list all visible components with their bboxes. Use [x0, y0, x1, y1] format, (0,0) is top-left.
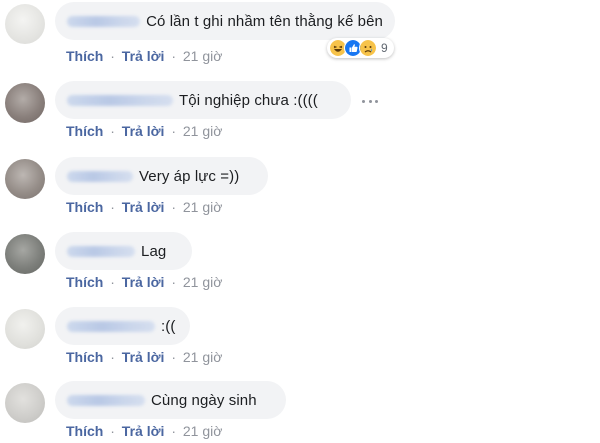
- like-link[interactable]: Thích: [66, 274, 103, 290]
- like-link[interactable]: Thích: [66, 48, 103, 64]
- comment-text: Cùng ngày sinh: [151, 391, 257, 409]
- timestamp[interactable]: 21 giờ: [183, 123, 223, 139]
- commenter-name[interactable]: [67, 320, 155, 332]
- timestamp[interactable]: 21 giờ: [183, 349, 223, 365]
- comment-text: Tội nghiệp chưa :((((: [179, 91, 318, 109]
- separator-dot: ·: [110, 48, 115, 64]
- commenter-name[interactable]: [67, 94, 173, 106]
- reply-link[interactable]: Trả lời: [122, 48, 165, 64]
- avatar[interactable]: [5, 159, 45, 199]
- reaction-count: 9: [381, 41, 388, 55]
- sad-icon: [359, 39, 377, 57]
- comment-bubble: Có lần t ghi nhầm tên thằng kế bên: [55, 2, 395, 40]
- like-link[interactable]: Thích: [66, 423, 103, 439]
- like-link[interactable]: Thích: [66, 199, 103, 215]
- comment-actions: Thích · Trả lời · 21 giờ: [66, 349, 222, 365]
- comment-actions: Thích · Trả lời · 21 giờ: [66, 48, 222, 64]
- comment-text: Very áp lực =)): [139, 167, 240, 185]
- separator-dot: ·: [171, 349, 176, 365]
- timestamp[interactable]: 21 giờ: [183, 423, 223, 439]
- separator-dot: ·: [110, 199, 115, 215]
- commenter-name[interactable]: [67, 15, 141, 27]
- comment-item: Tội nghiệp chưa :(((( Thích · Trả lời · …: [0, 81, 600, 157]
- commenter-name[interactable]: [67, 170, 133, 182]
- separator-dot: ·: [110, 423, 115, 439]
- timestamp[interactable]: 21 giờ: [183, 48, 223, 64]
- separator-dot: ·: [110, 274, 115, 290]
- comment-text: Lag: [141, 242, 167, 260]
- reply-link[interactable]: Trả lời: [122, 349, 165, 365]
- separator-dot: ·: [171, 199, 176, 215]
- commenter-name[interactable]: [67, 245, 135, 257]
- comment-actions: Thích · Trả lời · 21 giờ: [66, 274, 222, 290]
- comment-text: Có lần t ghi nhầm tên thằng kế bên: [146, 12, 383, 30]
- comment-bubble: Cùng ngày sinh: [55, 381, 286, 419]
- separator-dot: ·: [171, 123, 176, 139]
- separator-dot: ·: [110, 349, 115, 365]
- more-options-icon[interactable]: [362, 97, 378, 105]
- comment-feed: Có lần t ghi nhầm tên thằng kế bên 9 Thí…: [0, 0, 600, 443]
- comment-item: :(( Thích · Trả lời · 21 giờ: [0, 307, 600, 383]
- comment-bubble: Lag: [55, 232, 192, 270]
- comment-bubble: Very áp lực =)): [55, 157, 268, 195]
- avatar[interactable]: [5, 383, 45, 423]
- comment-actions: Thích · Trả lời · 21 giờ: [66, 199, 222, 215]
- separator-dot: ·: [171, 274, 176, 290]
- separator-dot: ·: [171, 423, 176, 439]
- reply-link[interactable]: Trả lời: [122, 423, 165, 439]
- comment-actions: Thích · Trả lời · 21 giờ: [66, 423, 222, 439]
- reply-link[interactable]: Trả lời: [122, 274, 165, 290]
- avatar[interactable]: [5, 83, 45, 123]
- like-link[interactable]: Thích: [66, 123, 103, 139]
- separator-dot: ·: [171, 48, 176, 64]
- avatar[interactable]: [5, 4, 45, 44]
- comment-item: Có lần t ghi nhầm tên thằng kế bên 9 Thí…: [0, 2, 600, 78]
- avatar[interactable]: [5, 234, 45, 274]
- comment-bubble: Tội nghiệp chưa :((((: [55, 81, 351, 119]
- like-link[interactable]: Thích: [66, 349, 103, 365]
- commenter-name[interactable]: [67, 394, 145, 406]
- comment-actions: Thích · Trả lời · 21 giờ: [66, 123, 222, 139]
- reply-link[interactable]: Trả lời: [122, 199, 165, 215]
- separator-dot: ·: [110, 123, 115, 139]
- comment-item: Lag Thích · Trả lời · 21 giờ: [0, 232, 600, 308]
- comment-text: :((: [161, 317, 176, 335]
- reply-link[interactable]: Trả lời: [122, 123, 165, 139]
- timestamp[interactable]: 21 giờ: [183, 199, 223, 215]
- reaction-summary[interactable]: 9: [327, 38, 394, 58]
- comment-bubble: :((: [55, 307, 190, 345]
- comment-item: Cùng ngày sinh Thích · Trả lời · 21 giờ: [0, 381, 600, 443]
- timestamp[interactable]: 21 giờ: [183, 274, 223, 290]
- avatar[interactable]: [5, 309, 45, 349]
- comment-item: Very áp lực =)) Thích · Trả lời · 21 giờ: [0, 157, 600, 233]
